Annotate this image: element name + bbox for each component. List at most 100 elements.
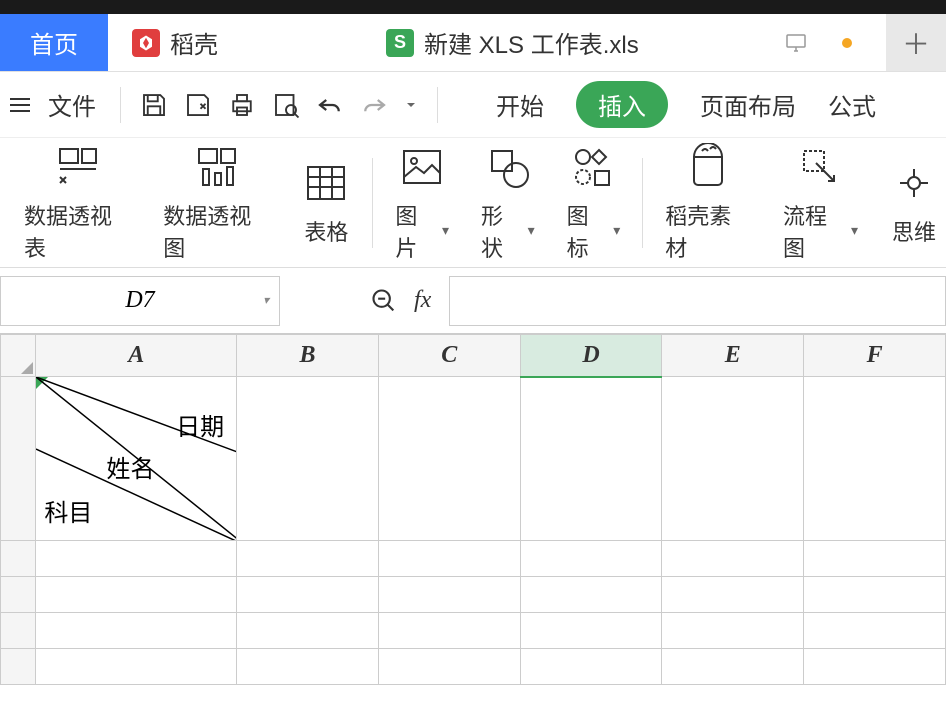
ribbon-label: 图片▾ bbox=[395, 199, 449, 263]
row-header-4[interactable] bbox=[1, 613, 36, 649]
cell[interactable] bbox=[520, 541, 662, 577]
header-subject: 科目 bbox=[44, 493, 92, 528]
new-tab-button[interactable]: ＋ bbox=[886, 14, 946, 71]
menu-start[interactable]: 开始 bbox=[496, 87, 544, 122]
ribbon: 数据透视表 数据透视图 表格 图片▾ 形状▾ 图标▾ 稻壳素材 bbox=[0, 138, 946, 268]
cell[interactable] bbox=[662, 613, 804, 649]
name-box-value: D7 bbox=[125, 287, 154, 314]
hamburger-menu-icon[interactable] bbox=[6, 94, 34, 116]
col-header-f[interactable]: F bbox=[804, 335, 946, 377]
cell[interactable] bbox=[378, 649, 520, 685]
menu-formula[interactable]: 公式 bbox=[828, 87, 876, 122]
cell[interactable] bbox=[36, 649, 237, 685]
docer-icon bbox=[132, 29, 160, 57]
formula-input[interactable] bbox=[449, 276, 946, 326]
ribbon-table[interactable]: 表格 bbox=[286, 159, 366, 247]
pivot-chart-icon bbox=[193, 143, 241, 191]
ribbon-flowchart[interactable]: 流程图▾ bbox=[767, 143, 874, 263]
divider bbox=[120, 87, 121, 123]
cell[interactable] bbox=[662, 577, 804, 613]
ribbon-label: 思维 bbox=[892, 215, 936, 247]
tab-bar: 首页 稻壳 S 新建 XLS 工作表.xls ＋ bbox=[0, 14, 946, 72]
ribbon-docer-material[interactable]: 稻壳素材 bbox=[649, 143, 767, 263]
select-all-corner[interactable] bbox=[1, 335, 36, 377]
dropdown-caret-icon[interactable] bbox=[403, 97, 419, 113]
fx-label[interactable]: fx bbox=[414, 287, 431, 314]
tab-file-label: 新建 XLS 工作表.xls bbox=[424, 25, 639, 60]
icon-icon bbox=[569, 143, 617, 191]
table-icon bbox=[302, 159, 350, 207]
print-icon[interactable] bbox=[227, 90, 257, 120]
cell[interactable] bbox=[520, 377, 662, 541]
cell[interactable] bbox=[804, 377, 946, 541]
cell[interactable] bbox=[378, 377, 520, 541]
ribbon-label: 图标▾ bbox=[567, 199, 621, 263]
col-header-c[interactable]: C bbox=[378, 335, 520, 377]
col-header-e[interactable]: E bbox=[662, 335, 804, 377]
cell[interactable] bbox=[36, 541, 237, 577]
divider bbox=[437, 87, 438, 123]
header-name: 姓名 bbox=[106, 449, 154, 484]
cell[interactable] bbox=[804, 613, 946, 649]
row-header-2[interactable] bbox=[1, 541, 36, 577]
cell-a1[interactable]: 日期 姓名 科目 bbox=[36, 377, 237, 541]
ribbon-mindmap[interactable]: 思维 bbox=[874, 159, 938, 247]
col-header-b[interactable]: B bbox=[237, 335, 379, 377]
status-dot bbox=[842, 38, 852, 48]
row-header-1[interactable] bbox=[1, 377, 36, 541]
row-header-3[interactable] bbox=[1, 577, 36, 613]
tab-docer[interactable]: 稻壳 bbox=[108, 14, 242, 71]
spreadsheet-grid[interactable]: A B C D E F 日期 姓名 科目 bbox=[0, 334, 946, 685]
cell[interactable] bbox=[237, 377, 379, 541]
flowchart-icon bbox=[796, 143, 844, 191]
cell[interactable] bbox=[804, 541, 946, 577]
cell[interactable] bbox=[520, 613, 662, 649]
cell[interactable] bbox=[804, 649, 946, 685]
menu-page-layout[interactable]: 页面布局 bbox=[700, 87, 796, 122]
zoom-out-icon[interactable] bbox=[370, 287, 398, 315]
file-menu[interactable]: 文件 bbox=[48, 87, 96, 122]
display-icon[interactable] bbox=[784, 31, 808, 55]
cell[interactable] bbox=[662, 649, 804, 685]
row-header-5[interactable] bbox=[1, 649, 36, 685]
ribbon-label: 流程图▾ bbox=[783, 199, 858, 263]
cell[interactable] bbox=[804, 577, 946, 613]
cell[interactable] bbox=[237, 649, 379, 685]
save-icon[interactable] bbox=[139, 90, 169, 120]
ribbon-icon[interactable]: 图标▾ bbox=[551, 143, 637, 263]
pivot-table-icon bbox=[54, 143, 102, 191]
cell[interactable] bbox=[237, 577, 379, 613]
menu-insert[interactable]: 插入 bbox=[576, 81, 668, 128]
ribbon-pivot-chart[interactable]: 数据透视图 bbox=[147, 143, 286, 263]
tab-home[interactable]: 首页 bbox=[0, 14, 108, 71]
cell[interactable] bbox=[520, 649, 662, 685]
undo-icon[interactable] bbox=[315, 90, 345, 120]
tab-home-label: 首页 bbox=[30, 25, 78, 60]
cell[interactable] bbox=[36, 577, 237, 613]
formula-bar: D7 ▾ fx bbox=[0, 268, 946, 334]
col-header-d[interactable]: D bbox=[520, 335, 662, 377]
cell[interactable] bbox=[237, 541, 379, 577]
cell[interactable] bbox=[378, 613, 520, 649]
cell[interactable] bbox=[237, 613, 379, 649]
ribbon-pivot-table[interactable]: 数据透视表 bbox=[8, 143, 147, 263]
ribbon-picture[interactable]: 图片▾ bbox=[379, 143, 465, 263]
cell[interactable] bbox=[662, 541, 804, 577]
redo-icon[interactable] bbox=[359, 90, 389, 120]
preview-icon[interactable] bbox=[271, 90, 301, 120]
cell[interactable] bbox=[378, 577, 520, 613]
cell[interactable] bbox=[662, 377, 804, 541]
col-header-a[interactable]: A bbox=[36, 335, 237, 377]
ribbon-shape[interactable]: 形状▾ bbox=[465, 143, 551, 263]
menu-tabs: 开始 插入 页面布局 公式 bbox=[496, 81, 876, 128]
cell[interactable] bbox=[520, 577, 662, 613]
fx-controls: fx bbox=[370, 287, 431, 315]
cell[interactable] bbox=[36, 613, 237, 649]
cell[interactable] bbox=[378, 541, 520, 577]
name-box[interactable]: D7 ▾ bbox=[0, 276, 280, 326]
quick-toolbar: 文件 开始 插入 页面布局 公式 bbox=[0, 72, 946, 138]
divider bbox=[372, 158, 373, 248]
save-as-icon[interactable] bbox=[183, 90, 213, 120]
tab-file[interactable]: S 新建 XLS 工作表.xls bbox=[362, 14, 663, 71]
dropdown-caret-icon[interactable]: ▾ bbox=[263, 293, 269, 308]
